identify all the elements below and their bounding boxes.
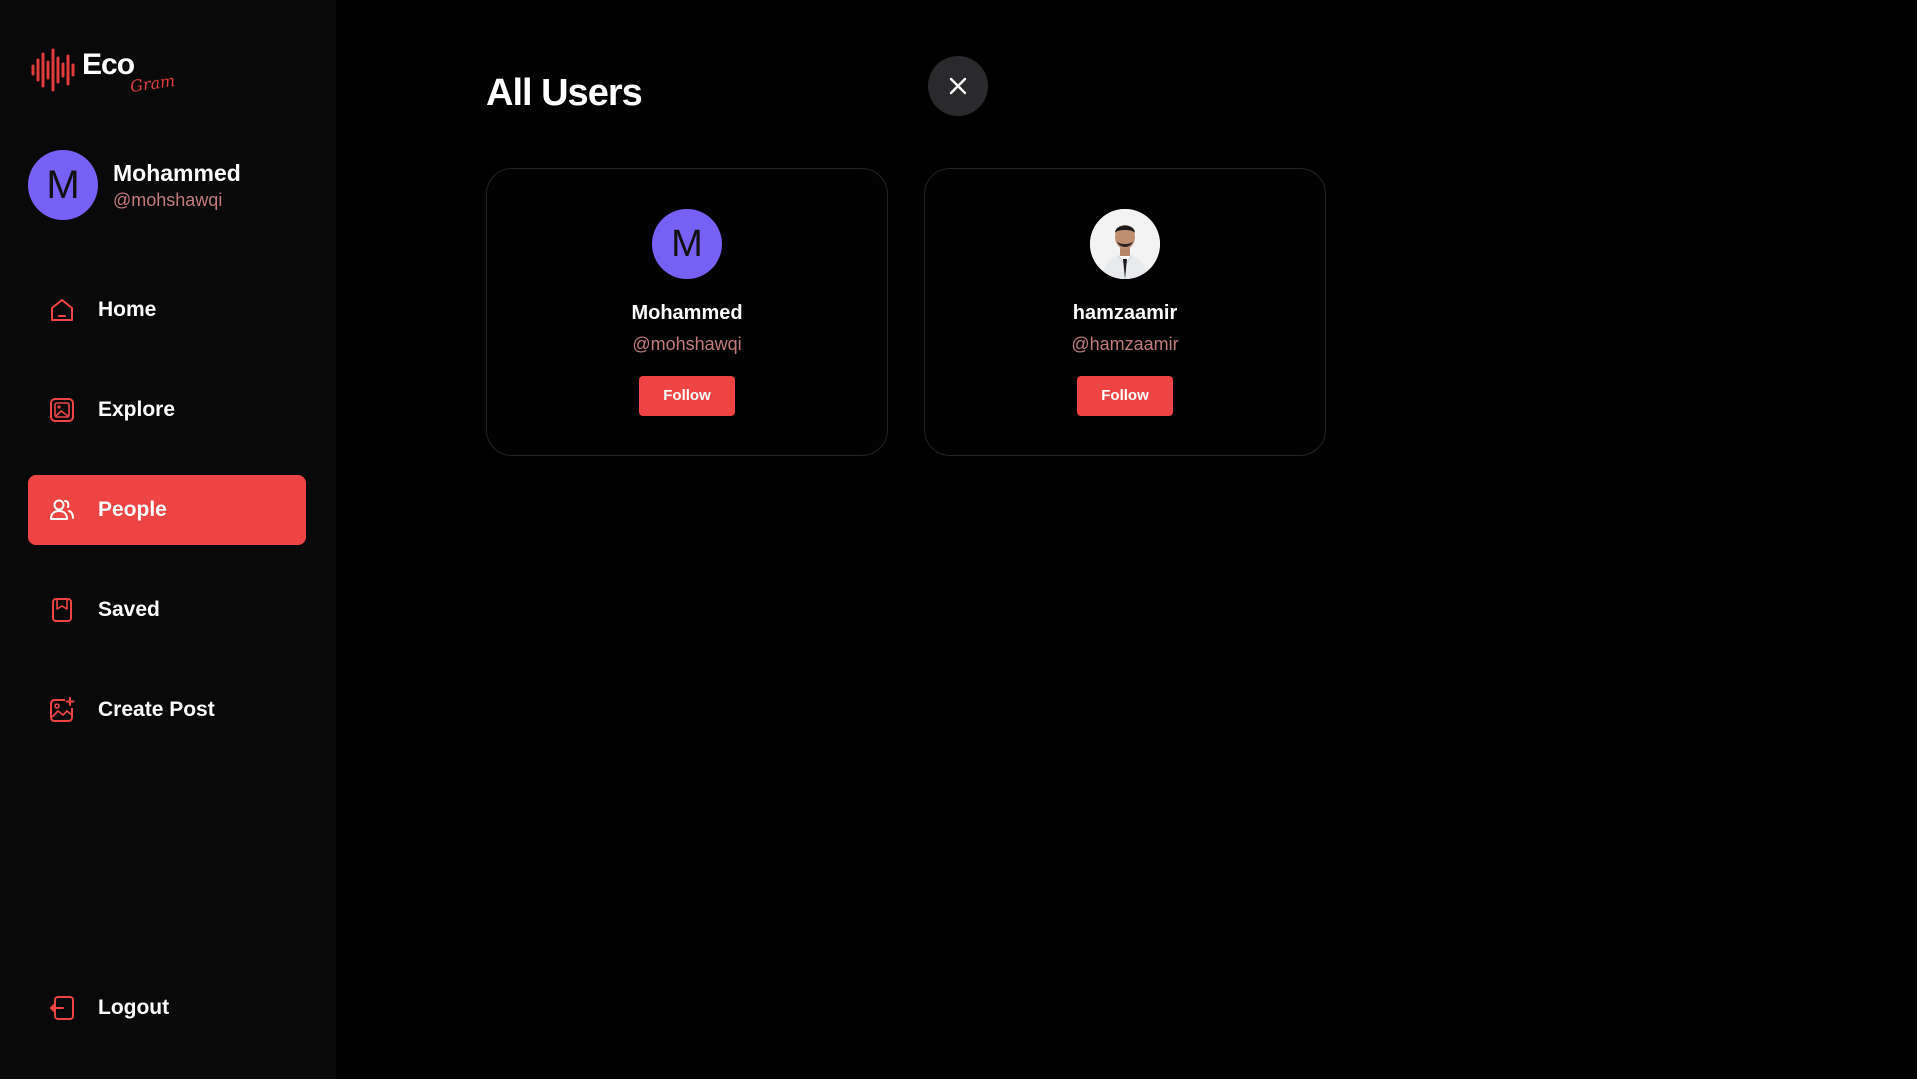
bookmark-icon bbox=[52, 598, 72, 622]
user-handle: @mohshawqi bbox=[632, 334, 742, 354]
sidebar-item-explore[interactable]: Explore bbox=[28, 375, 306, 445]
logo-script: Gram bbox=[128, 70, 177, 97]
sidebar-item-label: Create Post bbox=[98, 698, 215, 721]
follow-button[interactable]: Follow bbox=[639, 376, 735, 416]
app-root: Eco Gram M Mohammed @mohshawqi Home Expl… bbox=[0, 0, 1917, 1079]
sidebar: Eco Gram M Mohammed @mohshawqi Home Expl… bbox=[0, 0, 336, 1079]
user-card[interactable]: M Mohammed @mohshawqi Follow bbox=[486, 168, 888, 456]
sidebar-item-saved[interactable]: Saved bbox=[28, 575, 306, 645]
profile-summary[interactable]: M Mohammed @mohshawqi bbox=[28, 150, 318, 220]
page-title: All Users bbox=[486, 72, 643, 114]
avatar: M bbox=[28, 150, 98, 220]
home-icon bbox=[51, 299, 73, 321]
follow-button[interactable]: Follow bbox=[1077, 376, 1173, 416]
sidebar-item-label: Home bbox=[98, 298, 157, 321]
logout-button[interactable]: Logout bbox=[28, 973, 306, 1043]
sidebar-item-label: People bbox=[98, 498, 167, 521]
logout-label: Logout bbox=[98, 996, 170, 1019]
user-name: hamzaamir bbox=[1072, 302, 1178, 324]
profile-handle: @mohshawqi bbox=[113, 190, 223, 210]
user-card[interactable]: hamzaamir @hamzaamir Follow bbox=[924, 168, 1326, 456]
sidebar-item-label: Saved bbox=[98, 598, 160, 621]
add-image-icon bbox=[50, 697, 75, 722]
profile-name: Mohammed bbox=[113, 160, 241, 186]
people-icon bbox=[50, 499, 74, 520]
close-button[interactable] bbox=[928, 56, 988, 116]
avatar: M bbox=[652, 209, 722, 279]
user-name: Mohammed bbox=[631, 302, 743, 324]
logo-wordmark: Eco bbox=[82, 48, 135, 81]
gallery-icon bbox=[50, 398, 74, 422]
sidebar-item-create-post[interactable]: Create Post bbox=[28, 675, 306, 745]
app-logo[interactable]: Eco Gram bbox=[30, 48, 180, 96]
sidebar-item-people[interactable]: People bbox=[28, 475, 306, 545]
soundwave-logo-icon bbox=[31, 48, 75, 92]
user-photo-icon bbox=[1090, 209, 1160, 279]
sidebar-item-home[interactable]: Home bbox=[28, 275, 306, 345]
sidebar-item-label: Explore bbox=[98, 398, 176, 421]
close-icon bbox=[949, 77, 967, 95]
user-handle: @hamzaamir bbox=[1071, 334, 1179, 354]
avatar bbox=[1090, 209, 1160, 279]
logout-icon bbox=[50, 996, 74, 1020]
